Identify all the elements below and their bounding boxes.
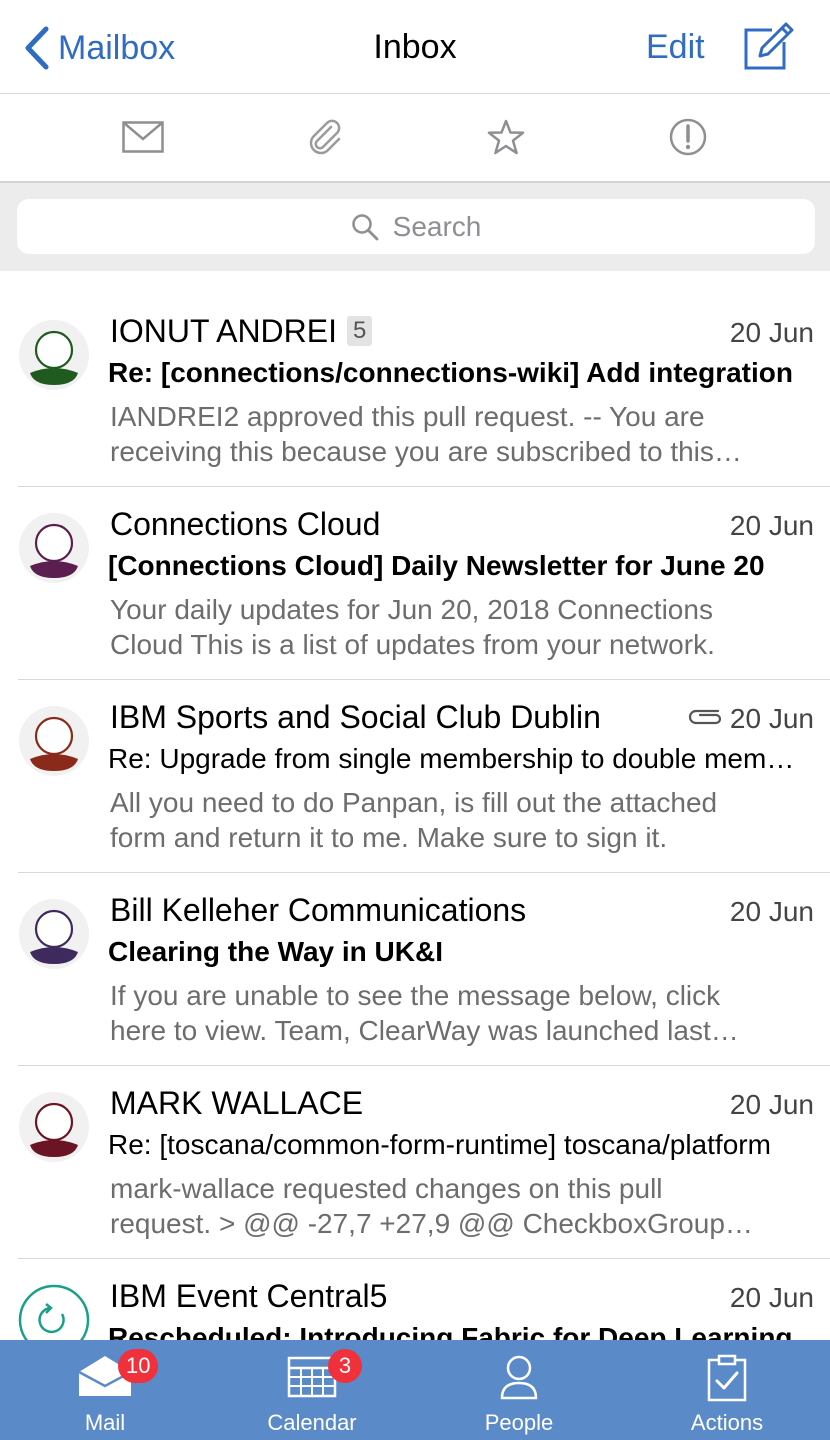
rescheduled-event-icon: [18, 1284, 90, 1340]
message-preview: mark-wallace requested changes on this p…: [110, 1173, 725, 1239]
row-divider: [18, 486, 830, 487]
sender-name: Bill Kelleher Communications: [110, 892, 526, 929]
message-list[interactable]: IONUT ANDREI 5 20 Jun Re: [connections/conn…: [0, 295, 830, 1340]
date-text: 20 Jun: [729, 1089, 814, 1120]
sender-text: IONUT ANDREI: [110, 313, 337, 349]
tab-label: Mail: [84, 1410, 126, 1435]
row-divider: [18, 679, 830, 680]
row-divider: [18, 1258, 830, 1259]
message-date: 20 Jun: [688, 703, 814, 735]
message-subject: Re: [toscana/common-form-runtime] toscan…: [108, 1129, 771, 1160]
star-icon: [487, 119, 525, 155]
paperclip-icon: [309, 119, 341, 155]
message-preview: All you need to do Panpan, is fill out t…: [110, 787, 718, 853]
search-area: Search: [0, 183, 830, 271]
message-row[interactable]: Bill Kelleher Communications 20 Jun Cleari…: [0, 874, 830, 1066]
message-preview: If you are unable to see the message bel…: [110, 980, 721, 1046]
sender-name: MARK WALLACE: [110, 1085, 363, 1122]
avatar-icon: [19, 320, 89, 390]
row-divider: [18, 872, 830, 873]
message-row[interactable]: IBM Event Central5 20 Jun Rescheduled: Int…: [0, 1260, 830, 1340]
edit-button[interactable]: Edit: [646, 28, 705, 67]
attachment-icon: [688, 709, 722, 725]
date-text: 20 Jun: [729, 896, 814, 927]
message-subject: Re: [connections/connections-wiki] Add i…: [108, 357, 793, 388]
avatar-icon: [19, 899, 89, 969]
sender-text: Bill Kelleher Communications: [110, 892, 527, 928]
search-input[interactable]: Search: [17, 199, 815, 254]
tab-actions[interactable]: Actions: [647, 1340, 807, 1440]
message-preview: IANDREI2 approved this pull request. -- …: [110, 401, 714, 467]
message-row[interactable]: Connections Cloud 20 Jun [Connections Clou…: [0, 488, 830, 680]
message-date: 20 Jun: [730, 317, 814, 349]
sender-name: IBM Sports and Social Club Dublin: [110, 699, 601, 736]
tab-mail[interactable]: 10 Mail: [25, 1340, 185, 1440]
search-icon: [351, 213, 379, 240]
back-to-mailbox-button[interactable]: Mailbox: [24, 22, 175, 74]
date-text: 20 Jun: [729, 317, 814, 348]
avatar-icon: [19, 513, 89, 583]
message-date: 20 Jun: [730, 896, 814, 928]
message-subject: Rescheduled: Introducing Fabric for Deep…: [108, 1322, 793, 1340]
search-placeholder: Search: [392, 210, 482, 242]
sender-name: Connections Cloud: [110, 506, 380, 543]
message-date: 20 Jun: [730, 510, 814, 542]
mail-unread-badge: 10: [118, 1349, 159, 1383]
message-date: 20 Jun: [730, 1089, 814, 1121]
message-preview: Your daily updates for Jun 20, 2018 Conn…: [110, 594, 715, 660]
filter-all-mail-button[interactable]: [118, 112, 168, 162]
message-subject: Re: Upgrade from single membership to do…: [108, 743, 800, 774]
sender-text: IBM Event Central5: [110, 1278, 388, 1314]
chevron-left-icon: [25, 26, 49, 70]
tab-label: Actions: [690, 1410, 764, 1435]
row-divider: [18, 1065, 830, 1066]
back-label: Mailbox: [58, 28, 176, 67]
filter-bar: [0, 94, 830, 183]
filter-attachments-button[interactable]: [300, 112, 350, 162]
thread-count-badge: 5: [347, 315, 373, 346]
avatar-icon: [19, 1092, 89, 1162]
date-text: 20 Jun: [729, 703, 814, 734]
tab-bar: 10 Mail 3 Calendar People Actions: [0, 1340, 830, 1440]
filter-flagged-button[interactable]: [481, 112, 531, 162]
sender-text: Connections Cloud: [110, 506, 381, 542]
date-text: 20 Jun: [729, 510, 814, 541]
calendar-badge: 3: [328, 1349, 362, 1383]
tab-label: People: [484, 1410, 554, 1435]
message-row[interactable]: IONUT ANDREI 5 20 Jun Re: [connections/conn…: [0, 295, 830, 487]
avatar-icon: [19, 706, 89, 776]
tab-calendar[interactable]: 3 Calendar: [232, 1340, 392, 1440]
sender-name: IBM Event Central5: [110, 1278, 387, 1315]
sender-name: IONUT ANDREI 5: [110, 313, 373, 350]
exclamation-circle-icon: [669, 118, 707, 156]
sender-text: IBM Sports and Social Club Dublin: [110, 699, 601, 735]
envelope-icon: [122, 121, 164, 153]
message-subject: [Connections Cloud] Daily Newsletter for…: [108, 550, 765, 581]
compose-button[interactable]: [742, 20, 794, 72]
message-row[interactable]: MARK WALLACE 20 Jun Re: [toscana/common-fo…: [0, 1067, 830, 1259]
sender-text: MARK WALLACE: [110, 1085, 364, 1121]
person-icon: [500, 1355, 538, 1400]
clipboard-check-icon: [707, 1354, 747, 1402]
compose-icon: [744, 22, 794, 70]
tab-label: Calendar: [267, 1410, 357, 1435]
message-date: 20 Jun: [730, 1282, 814, 1314]
filter-important-button[interactable]: [663, 112, 713, 162]
navigation-bar: Mailbox Inbox Edit: [0, 0, 830, 94]
message-subject: Clearing the Way in UK&I: [108, 936, 444, 967]
tab-people[interactable]: People: [439, 1340, 599, 1440]
date-text: 20 Jun: [729, 1282, 814, 1313]
message-row[interactable]: IBM Sports and Social Club Dublin 20 Jun R…: [0, 681, 830, 873]
